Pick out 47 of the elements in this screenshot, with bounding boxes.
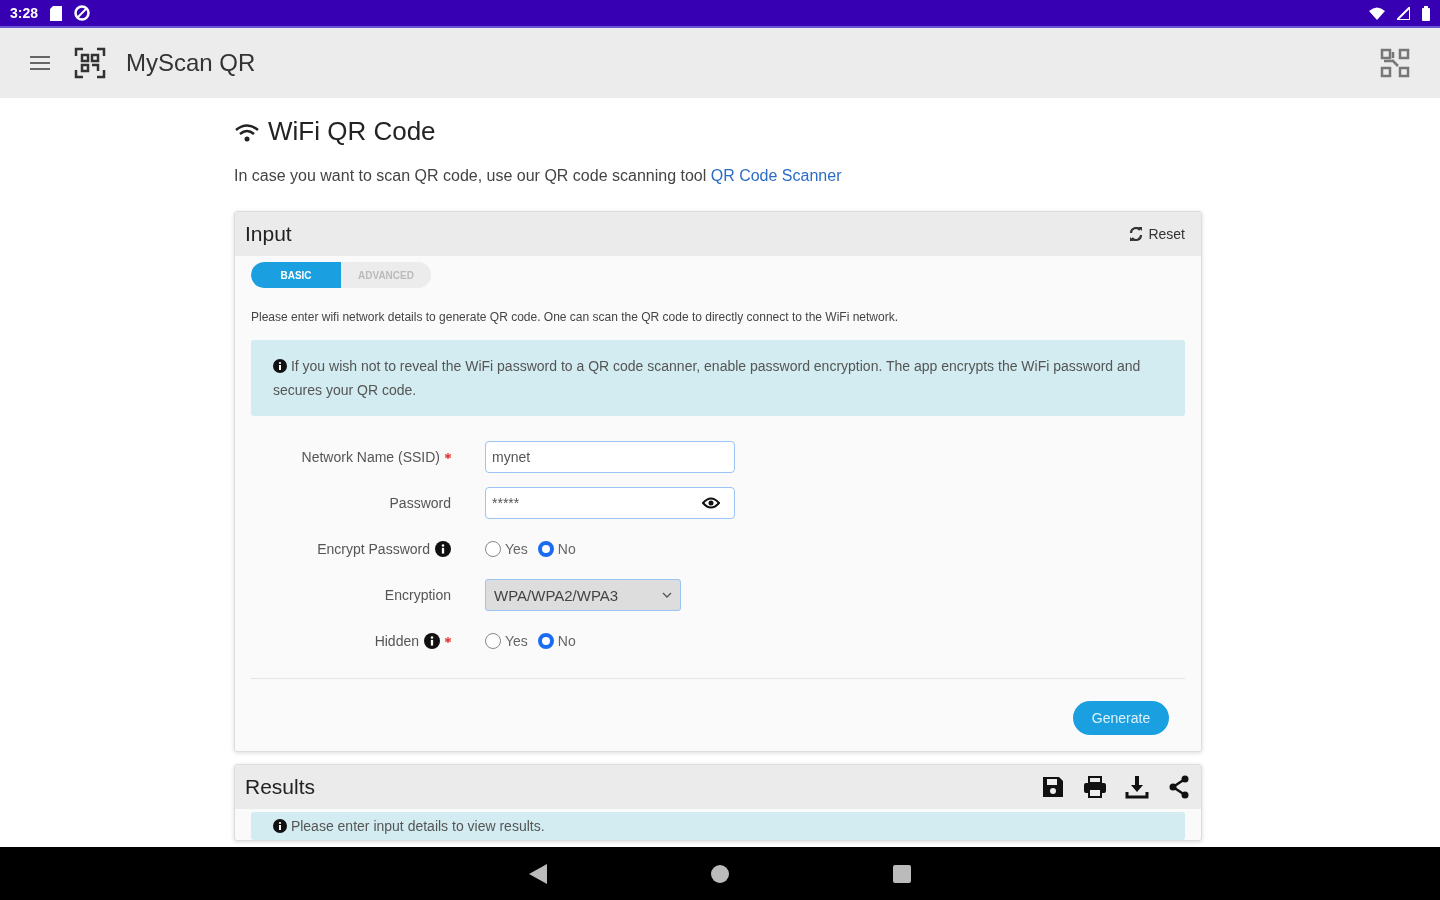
field-label: Network Name (SSID) xyxy=(301,449,440,465)
field-label: Password xyxy=(389,495,451,511)
radio-option[interactable]: No xyxy=(537,633,576,649)
info-text: If you wish not to reveal the WiFi password to a QR code scanner, enable password encryption. The app encrypts the WiFi password and secures your QR code. xyxy=(273,357,1142,400)
eye-icon[interactable] xyxy=(702,497,720,509)
required-icon xyxy=(445,453,451,459)
battery-icon xyxy=(1422,5,1430,21)
intro-text: In case you want to scan QR code, use our QR code scanning tool QR Code Scanner xyxy=(234,167,843,185)
home-button[interactable] xyxy=(711,864,729,883)
no-sync-icon xyxy=(74,5,91,21)
wifi-icon xyxy=(234,121,260,142)
status-time: 3:28 xyxy=(10,5,39,21)
info-icon xyxy=(273,359,287,373)
radio-option[interactable]: No xyxy=(537,541,576,557)
scanner-link[interactable]: QR Code Scanner xyxy=(710,167,842,184)
description-text: Please enter wifi network details to generate QR code. One can scan the QR code to directly connect to the WiFi network. xyxy=(251,310,899,324)
info-icon xyxy=(435,541,451,557)
app-title: MyScan QR xyxy=(126,49,256,77)
radio-option[interactable]: Yes xyxy=(485,633,528,649)
chevron-down-icon xyxy=(662,592,672,598)
share-icon[interactable] xyxy=(1167,775,1191,799)
radio-option[interactable]: Yes xyxy=(485,541,528,557)
signal-icon xyxy=(1397,6,1410,20)
info-icon xyxy=(273,819,287,833)
sd-card-icon xyxy=(50,5,63,21)
refresh-icon xyxy=(1128,227,1145,241)
password-input[interactable]: ***** xyxy=(485,487,735,519)
qr-scan-logo-icon xyxy=(74,47,106,79)
save-icon[interactable] xyxy=(1041,775,1065,799)
panel-title: Input xyxy=(245,222,292,246)
mode-tab[interactable]: BASIC xyxy=(251,262,341,288)
panel-title: Results xyxy=(245,775,316,799)
page-title: WiFi QR Code xyxy=(268,116,436,147)
info-icon xyxy=(424,633,440,649)
required-icon xyxy=(445,637,451,643)
print-icon[interactable] xyxy=(1083,775,1107,799)
ssid-input[interactable]: mynet xyxy=(485,441,735,473)
encryption-select[interactable]: WPA/WPA2/WPA3 xyxy=(485,579,681,611)
field-label: Hidden xyxy=(374,633,419,649)
recents-button[interactable] xyxy=(893,864,911,883)
field-label: Encryption xyxy=(384,587,451,603)
results-message: Please enter input details to view results. xyxy=(273,814,1163,838)
wifi-status-icon xyxy=(1369,6,1385,20)
download-icon[interactable] xyxy=(1125,775,1149,799)
reset-button[interactable]: Reset xyxy=(1122,225,1191,243)
back-button[interactable] xyxy=(529,863,547,884)
field-label: Encrypt Password xyxy=(317,541,430,557)
